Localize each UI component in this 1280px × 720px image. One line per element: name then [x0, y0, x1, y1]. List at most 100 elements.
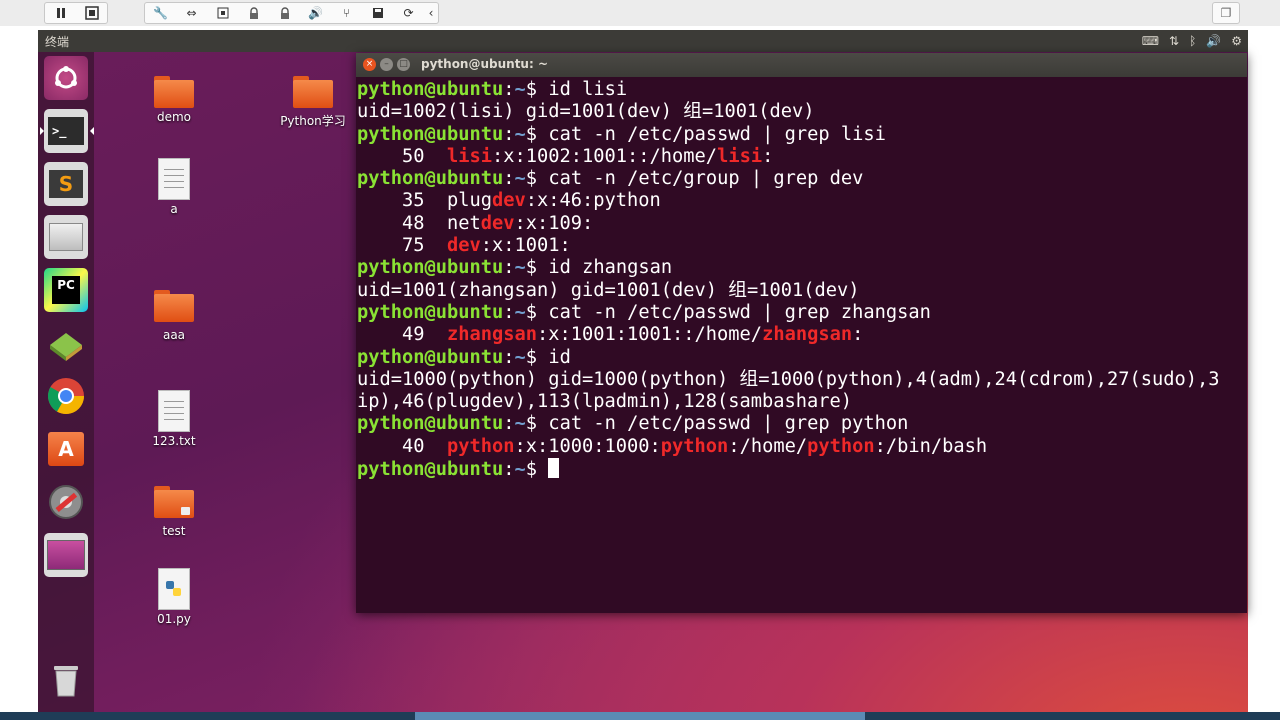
grep-match: python — [447, 435, 515, 457]
prompt-user: python@ubuntu — [357, 301, 504, 323]
command-text: cat -n /etc/passwd | grep zhangsan — [548, 301, 931, 323]
vm-frame-left — [0, 26, 38, 720]
prompt-separator: : — [503, 257, 515, 279]
top-panel: 终端 ⌨ ⇅ ᛒ 🔊 ⚙ — [38, 30, 1248, 52]
folder-icon — [154, 76, 194, 108]
python-file-icon — [158, 568, 190, 610]
collapse-arrow-icon[interactable]: ‹ — [424, 3, 438, 23]
prompt-symbol: $ — [525, 346, 549, 368]
workspace-switcher-icon[interactable] — [44, 533, 88, 577]
text-cursor[interactable] — [548, 458, 560, 479]
grep-match: python — [660, 435, 729, 457]
prompt-separator: : — [503, 123, 515, 145]
grep-match: lisi — [447, 145, 493, 167]
folder-icon — [293, 76, 333, 108]
output-line: 48 netdev:x:109: — [357, 213, 1245, 235]
trash-icon[interactable] — [44, 658, 88, 702]
output-text: 48 net — [357, 212, 481, 234]
grep-match: dev — [480, 212, 515, 234]
desktop-icon-label: demo — [156, 110, 192, 124]
prompt-separator: : — [503, 168, 515, 190]
settings-gear-icon[interactable]: ⚙ — [1231, 34, 1242, 48]
books-icon[interactable] — [44, 321, 88, 365]
vm-toolbar-group-main: 🔧 ⇔ 🔊 ⑂ ⟳ ‹ — [144, 2, 439, 24]
prompt-symbol: $ — [525, 79, 549, 100]
command-text: id — [548, 346, 571, 368]
prompt-user: python@ubuntu — [357, 346, 504, 368]
minimize-icon[interactable]: – — [380, 58, 393, 71]
lock-alt-icon[interactable] — [269, 3, 300, 23]
desktop-folder-test[interactable]: test — [129, 486, 219, 538]
output-text: 50 — [357, 145, 448, 167]
command-line: python@ubuntu:~$ id — [357, 347, 1245, 369]
volume-icon[interactable]: 🔊 — [300, 3, 331, 23]
lock-icon[interactable] — [238, 3, 269, 23]
command-line: python@ubuntu:~$ id lisi — [357, 79, 1245, 101]
desktop-folder-demo[interactable]: demo — [129, 76, 219, 124]
keyboard-shortcut-icon[interactable] — [207, 3, 238, 23]
terminal-titlebar[interactable]: × – □ python@ubuntu: ~ — [356, 53, 1247, 77]
prompt-separator: : — [503, 79, 515, 100]
terminal-window[interactable]: × – □ python@ubuntu: ~ python@ubuntu:~$ … — [356, 53, 1247, 613]
desktop-file-01py[interactable]: 01.py — [129, 568, 219, 626]
desktop-icon-label: a — [170, 202, 178, 216]
save-icon[interactable] — [362, 3, 393, 23]
command-text: cat -n /etc/passwd | grep lisi — [548, 123, 886, 145]
software-center-icon[interactable]: A — [44, 427, 88, 471]
command-line: python@ubuntu:~$ cat -n /etc/passwd | gr… — [357, 124, 1245, 146]
bluetooth-icon[interactable]: ᛒ — [1189, 34, 1196, 48]
desktop-folder-aaa[interactable]: aaa — [129, 290, 219, 342]
desktop-folder-python[interactable]: Python学习 — [268, 76, 358, 129]
snapshot-icon[interactable] — [76, 3, 107, 23]
close-icon[interactable]: × — [363, 58, 376, 71]
output-line: uid=1000(python) gid=1000(python) 组=1000… — [357, 369, 1245, 391]
output-text: 75 — [357, 235, 448, 257]
refresh-icon[interactable]: ⟳ — [393, 3, 424, 23]
focused-indicator — [90, 127, 94, 135]
terminal-launcher-icon[interactable]: >_ — [40, 109, 94, 153]
prompt-path: ~ — [514, 301, 526, 323]
usb-icon[interactable]: ⑂ — [331, 3, 362, 23]
prompt-symbol: $ — [525, 257, 549, 279]
prompt-path: ~ — [514, 168, 526, 190]
chrome-icon[interactable] — [44, 374, 88, 418]
prompt-path: ~ — [514, 79, 526, 100]
ubuntu-dash-icon[interactable] — [44, 56, 88, 100]
output-line: 49 zhangsan:x:1001:1001::/home/zhangsan: — [357, 324, 1245, 346]
output-text: uid=1002(lisi) gid=1001(dev) 组=1001(dev) — [357, 101, 815, 123]
terminal-title: python@ubuntu: ~ — [421, 57, 549, 71]
output-line: 40 python:x:1000:1000:python:/home/pytho… — [357, 436, 1245, 458]
document-icon — [158, 390, 190, 432]
prompt-symbol: $ — [525, 459, 549, 481]
pause-icon[interactable] — [45, 3, 76, 23]
output-text: : — [762, 145, 774, 167]
output-text: :/bin/bash — [874, 435, 988, 457]
command-line: python@ubuntu:~$ cat -n /etc/group | gre… — [357, 168, 1245, 190]
output-line: 35 plugdev:x:46:python — [357, 190, 1245, 212]
output-text: 35 plug — [357, 190, 493, 212]
system-settings-icon[interactable] — [44, 480, 88, 524]
vm-frame-right — [1248, 26, 1280, 720]
output-line: 50 lisi:x:1002:1001::/home/lisi: — [357, 146, 1245, 168]
connect-icon[interactable]: ⇔ — [176, 3, 207, 23]
desktop-file-123txt[interactable]: 123.txt — [129, 390, 219, 448]
desktop-icon-label: 01.py — [157, 612, 191, 626]
terminal-output[interactable]: python@ubuntu:~$ id lisi uid=1002(lisi) g… — [357, 79, 1245, 611]
pycharm-icon[interactable]: PC — [44, 268, 88, 312]
prompt-separator: : — [503, 413, 515, 435]
vm-toolbar: 🔧 ⇔ 🔊 ⑂ ⟳ ‹ ❐ — [0, 0, 1280, 26]
keyboard-icon[interactable]: ⌨ — [1142, 34, 1159, 48]
desktop-icon-label: aaa — [162, 328, 186, 342]
desktop-icon-label: test — [162, 524, 186, 538]
speaker-icon[interactable]: 🔊 — [1206, 34, 1221, 48]
network-icon[interactable]: ⇅ — [1169, 34, 1179, 48]
sublime-text-icon[interactable]: S — [44, 162, 88, 206]
window-restore-icon[interactable]: ❐ — [1212, 2, 1240, 24]
prompt-path: ~ — [514, 459, 526, 481]
active-app-title: 终端 — [45, 35, 70, 49]
files-icon[interactable] — [44, 215, 88, 259]
wrench-icon[interactable]: 🔧 — [145, 3, 176, 23]
maximize-icon[interactable]: □ — [397, 58, 410, 71]
vm-toolbar-group-left — [44, 2, 108, 24]
desktop-file-a[interactable]: a — [129, 158, 219, 216]
